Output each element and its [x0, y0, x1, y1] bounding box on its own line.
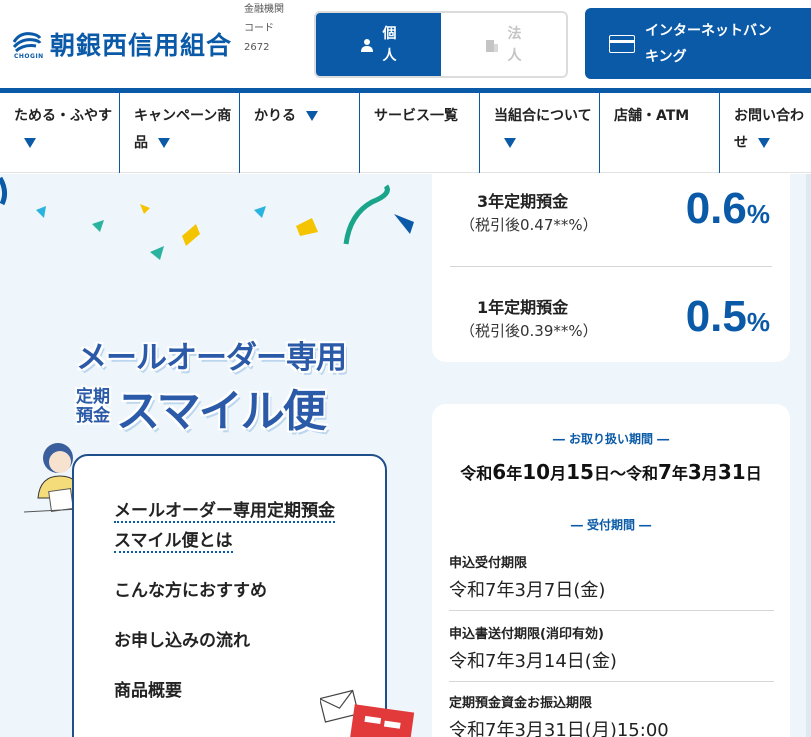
rate-value: 0.5%: [686, 292, 770, 342]
range-month: 3: [687, 460, 702, 484]
bank-code: 金融機関コード 2672: [244, 0, 284, 57]
accept-period-heading: ― 受付期間 ―: [570, 518, 652, 532]
toc-item-label: メールオーダー専用定期預金スマイル便とは: [114, 501, 335, 553]
bank-card-icon: [609, 34, 635, 53]
rate-after-tax: （税引後0.39**%）: [460, 322, 598, 340]
period-entry-value: 令和7年3月14日(金): [449, 651, 617, 672]
nav-item-save[interactable]: ためる・ふやす: [0, 93, 120, 173]
handling-period-range: 令和6年10月15日〜令和7年3月31日: [432, 460, 790, 484]
handling-period-heading: ― お取り扱い期間 ―: [552, 432, 670, 446]
segment-corporate-button[interactable]: 法人: [441, 13, 566, 76]
bank-code-value: 2672: [244, 42, 270, 53]
hero-title-big: スマイル便: [116, 386, 327, 437]
period-entry-label: 申込受付期限: [449, 556, 528, 571]
dropdown-arrow-icon: [158, 138, 170, 148]
rate-unit: %: [746, 307, 770, 337]
nav-item-branches[interactable]: 店舗・ATM: [600, 93, 720, 173]
internet-banking-button[interactable]: インターネットバンキング: [585, 8, 811, 79]
page-edge: [806, 174, 811, 737]
logo-mark-icon: CHOGIN: [12, 28, 44, 60]
nav-item-loans[interactable]: かりる: [240, 93, 360, 173]
nav-item-about[interactable]: 当組合について: [480, 93, 600, 173]
range-unit: 年: [671, 464, 688, 483]
rate-row: 1年定期預金 （税引後0.39**%） 0.5%: [432, 266, 790, 356]
nav-item-label: サービス一覧: [374, 108, 458, 124]
confetti-decoration: [0, 176, 414, 260]
range-unit: 月: [701, 464, 718, 483]
rate-value: 0.6%: [686, 184, 770, 234]
main-content: メールオーダー専用 定期預金 スマイル便 メールオーダー専用定期預金スマイル便と…: [0, 174, 811, 737]
period-card: ― お取り扱い期間 ― 令和6年10月15日〜令和7年3月31日 ― 受付期間 …: [432, 404, 790, 737]
nav-item-label: キャンペーン商品: [134, 108, 232, 151]
toc-item-flow[interactable]: お申し込みの流れ: [114, 626, 385, 656]
site-header: CHOGIN 朝銀西信用組合 金融機関コード 2672 個人 法人 インターネッ…: [0, 0, 811, 88]
site-logo[interactable]: CHOGIN 朝銀西信用組合: [12, 26, 232, 62]
toc-item-about[interactable]: メールオーダー専用定期預金スマイル便とは: [114, 496, 339, 556]
hero-title-line2: 定期預金 スマイル便: [76, 375, 396, 439]
range-year: 7: [657, 460, 672, 484]
range-day: 31: [717, 460, 746, 484]
logo-sub-text: CHOGIN: [14, 53, 44, 60]
nav-item-label: 店舗・ATM: [614, 108, 690, 124]
rate-number: 0.5: [685, 292, 747, 341]
range-separator: 〜: [609, 464, 626, 483]
range-unit: 年: [506, 464, 523, 483]
range-era: 令和: [460, 464, 493, 483]
period-entry-value: 令和7年3月31日(月)15:00: [449, 720, 669, 737]
customer-type-switch: 個人 法人: [314, 11, 568, 78]
hero-title: メールオーダー専用 定期預金 スマイル便: [76, 332, 396, 439]
rate-row: 3年定期預金 （税引後0.47**%） 0.6%: [432, 174, 790, 244]
rate-after-tax: （税引後0.47**%）: [460, 216, 598, 234]
interest-rate-card: 3年定期預金 （税引後0.47**%） 0.6% 1年定期預金 （税引後0.39…: [432, 174, 790, 362]
period-divider: [449, 681, 774, 682]
nav-item-label: かりる: [254, 108, 296, 124]
range-unit: 日: [745, 464, 762, 483]
period-entry-label: 定期預金資金お振込期限: [449, 696, 593, 711]
hero-title-small: 定期預金: [76, 387, 110, 426]
segment-corporate-label: 法人: [507, 25, 522, 64]
range-unit: 月: [550, 464, 567, 483]
nav-item-campaign[interactable]: キャンペーン商品: [120, 93, 240, 173]
range-month: 10: [522, 460, 551, 484]
period-divider: [449, 610, 774, 611]
mail-illustration: [320, 689, 415, 737]
dropdown-arrow-icon: [306, 111, 318, 121]
rate-unit: %: [746, 199, 770, 229]
logo-text: 朝銀西信用組合: [50, 31, 233, 60]
nav-item-contact[interactable]: お問い合わせ: [720, 93, 811, 173]
nav-item-services[interactable]: サービス一覧: [360, 93, 480, 173]
toc-item-recommended[interactable]: こんな方におすすめ: [114, 576, 385, 606]
dropdown-arrow-icon: [758, 138, 770, 148]
period-entry-label: 申込書送付期限(消印有効): [449, 627, 604, 642]
building-icon: [485, 38, 499, 52]
range-era: 令和: [625, 464, 658, 483]
segment-personal-label: 個人: [382, 25, 397, 64]
nav-item-label: 当組合について: [494, 108, 592, 124]
range-year: 6: [492, 460, 507, 484]
person-icon: [360, 38, 374, 52]
nav-item-label: ためる・ふやす: [14, 108, 112, 124]
rate-product-name: 1年定期預金: [477, 298, 569, 317]
dropdown-arrow-icon: [24, 138, 36, 148]
dropdown-arrow-icon: [504, 138, 516, 148]
rate-number: 0.6: [685, 184, 747, 233]
range-day: 15: [566, 460, 594, 484]
global-nav: ためる・ふやす キャンペーン商品 かりる サービス一覧 当組合について 店舗・A…: [0, 93, 811, 173]
internet-banking-label: インターネットバンキング: [645, 22, 772, 65]
bank-code-label: 金融機関コード: [244, 4, 284, 34]
hero-title-line1: メールオーダー専用: [76, 340, 347, 376]
rate-product-name: 3年定期預金: [477, 192, 569, 211]
period-entry-value: 令和7年3月7日(金): [449, 580, 606, 601]
range-unit: 日: [593, 464, 610, 483]
segment-personal-button[interactable]: 個人: [316, 13, 441, 76]
